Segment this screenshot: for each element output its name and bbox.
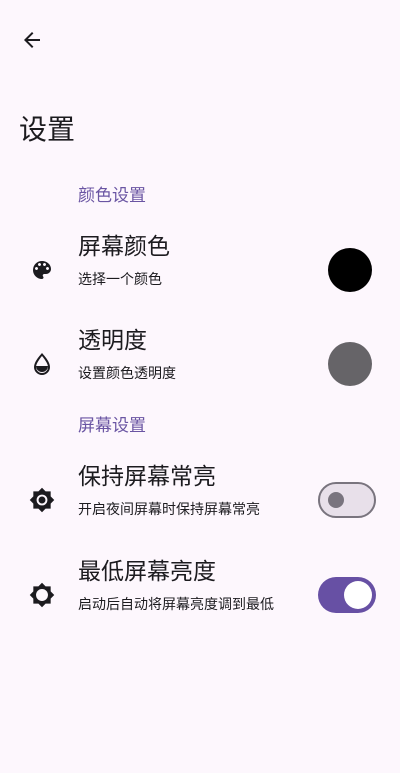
pref-summary: 设置颜色透明度 [78, 366, 176, 382]
min-brightness-toggle[interactable] [318, 577, 376, 613]
pref-keep-screen-on[interactable]: 保持屏幕常亮 开启夜间屏幕时保持屏幕常亮 [0, 460, 400, 540]
switch-thumb [344, 581, 372, 609]
pref-min-brightness[interactable]: 最低屏幕亮度 启动后自动将屏幕亮度调到最低 [0, 555, 400, 635]
page-title: 设置 [19, 113, 76, 146]
brightness-low-icon [28, 581, 56, 609]
pref-summary: 选择一个颜色 [78, 272, 162, 288]
keep-screen-on-toggle[interactable] [318, 482, 376, 518]
pref-summary: 开启夜间屏幕时保持屏幕常亮 [78, 502, 260, 518]
pref-title: 屏幕颜色 [78, 234, 170, 260]
pref-screen-color[interactable]: 屏幕颜色 选择一个颜色 [0, 230, 400, 310]
switch-thumb [328, 492, 344, 508]
palette-icon [28, 256, 56, 284]
opacity-swatch[interactable] [328, 342, 372, 386]
back-button[interactable] [16, 24, 48, 56]
pref-title: 保持屏幕常亮 [78, 464, 216, 490]
section-header-color: 颜色设置 [78, 186, 146, 206]
brightness-high-icon [28, 486, 56, 514]
pref-summary: 启动后自动将屏幕亮度调到最低 [78, 597, 274, 613]
color-swatch[interactable] [328, 248, 372, 292]
section-header-screen: 屏幕设置 [78, 416, 146, 436]
pref-title: 最低屏幕亮度 [78, 559, 216, 585]
pref-opacity[interactable]: 透明度 设置颜色透明度 [0, 324, 400, 404]
pref-title: 透明度 [78, 328, 147, 354]
arrow-back-icon [24, 32, 40, 48]
opacity-drop-icon [28, 350, 56, 378]
